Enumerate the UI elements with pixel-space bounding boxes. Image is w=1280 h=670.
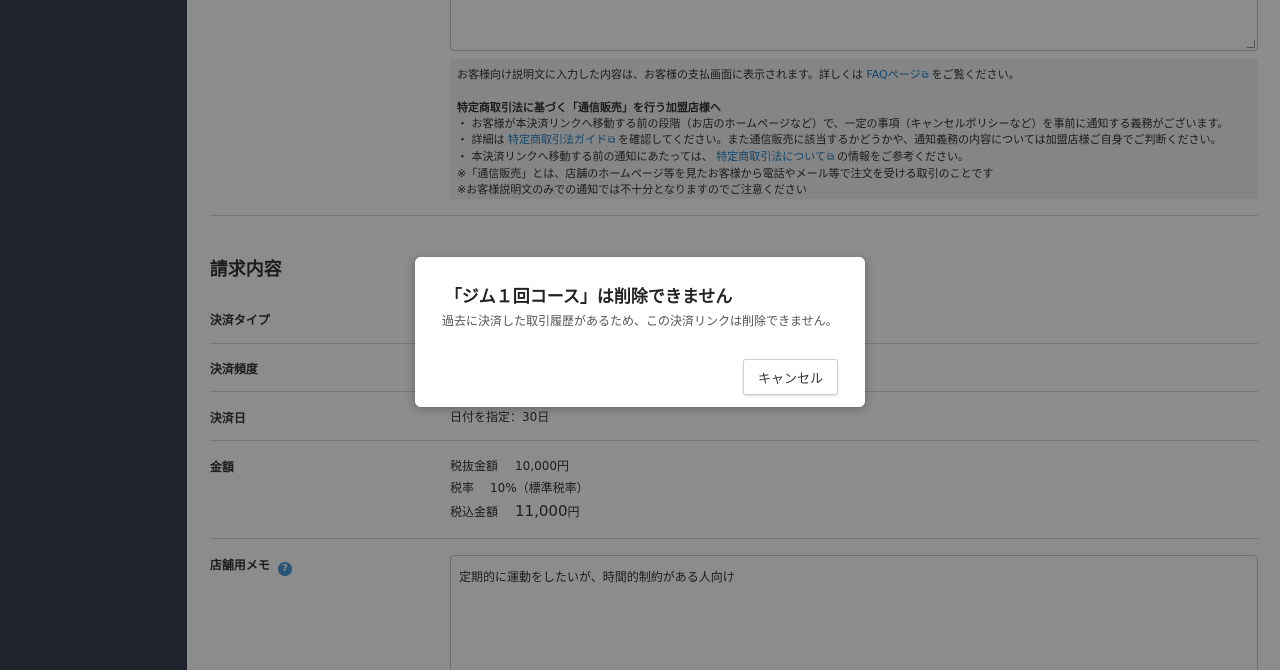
dialog-message: 過去に決済した取引履歴があるため、この決済リンクは削除できません。	[442, 314, 838, 328]
delete-error-dialog: 「ジム１回コース」は削除できません 過去に決済した取引履歴があるため、この決済リ…	[415, 257, 865, 407]
cancel-button[interactable]: キャンセル	[743, 359, 838, 395]
dialog-title: 「ジム１回コース」は削除できません	[445, 287, 733, 307]
